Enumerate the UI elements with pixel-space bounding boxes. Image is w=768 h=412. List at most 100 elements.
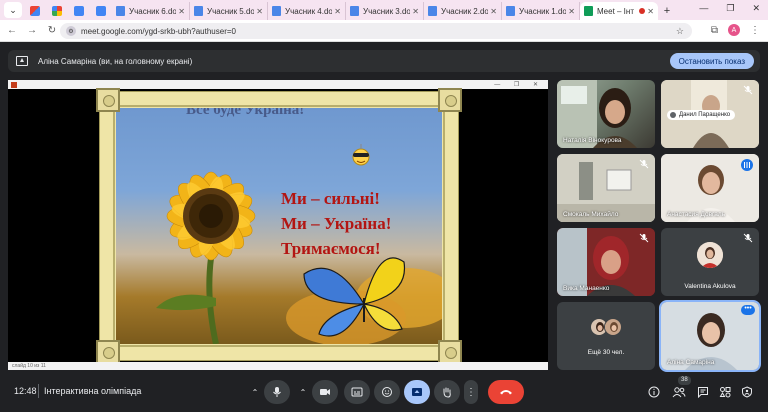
raise-hand-button[interactable] — [434, 380, 460, 404]
close-window-icon[interactable]: ✕ — [752, 3, 760, 14]
reactions-button[interactable] — [374, 380, 400, 404]
participant-tile[interactable]: Наталія Вінокурова — [557, 80, 655, 148]
participant-tile[interactable]: Данил Паращенко — [661, 80, 759, 148]
maximize-icon[interactable]: ❐ — [726, 3, 734, 14]
pinned-tab-docs[interactable] — [68, 2, 90, 20]
more-participants-label: Ещё 30 чел. — [587, 349, 625, 356]
tab-uchasnyk-2[interactable]: Учасник 2.docx✕ — [424, 2, 502, 20]
participant-tile[interactable]: Вика Манаенко — [557, 228, 655, 296]
close-icon[interactable]: ✕ — [256, 7, 263, 16]
close-icon[interactable]: ✕ — [178, 7, 185, 16]
chat-icon[interactable] — [696, 385, 710, 399]
tab-search-button[interactable]: ⌄ — [4, 2, 22, 18]
people-icon[interactable] — [672, 385, 686, 399]
participant-tile[interactable]: Смокаль Михайло — [557, 154, 655, 222]
powerpoint-statusbar: слайд 10 из 11 — [8, 362, 548, 370]
tab-label: Учасник 2.docx — [441, 6, 488, 16]
host-controls-icon[interactable] — [740, 385, 754, 399]
bookmark-star-icon[interactable]: ☆ — [676, 26, 684, 37]
word-doc-icon — [272, 6, 281, 16]
word-doc-icon — [506, 6, 515, 16]
docs-icon — [74, 6, 84, 16]
presenting-label: Аліна Самаріна (ви, на головному екрані) — [38, 56, 193, 66]
participant-name: Смокаль Михайло — [563, 211, 619, 218]
video-settings-chevron-icon[interactable]: ⌃ — [296, 380, 310, 404]
slide-frame — [99, 91, 459, 361]
pinned-tab-photos[interactable] — [46, 2, 68, 20]
activities-icon[interactable] — [718, 385, 732, 399]
tab-uchasnyk-5[interactable]: Учасник 5.docx✕ — [190, 2, 268, 20]
word-doc-icon — [194, 6, 203, 16]
back-icon[interactable]: ← — [4, 25, 20, 36]
participant-name: Вика Манаенко — [563, 285, 610, 292]
tab-label: Учасник 5.docx — [207, 6, 254, 16]
close-icon[interactable]: ✕ — [647, 7, 654, 16]
participant-tile[interactable]: Анастасия Довгаль — [661, 154, 759, 222]
tab-uchasnyk-1[interactable]: Учасник 1.docx✕ — [502, 2, 580, 20]
participant-name: Наталія Вінокурова — [563, 137, 622, 144]
participants-count-badge: 38 — [678, 376, 691, 385]
others-tile[interactable]: Ещё 30 чел. — [557, 302, 655, 370]
close-icon[interactable]: ✕ — [490, 7, 497, 16]
meeting-title: Інтерактивна олімпіада — [44, 386, 142, 396]
microphone-button[interactable] — [264, 380, 290, 404]
powerpoint-titlebar: — ❐ ✕ — [8, 80, 548, 89]
pinned-tab-gmail[interactable] — [24, 2, 46, 20]
site-info-icon[interactable]: ⚙ — [66, 26, 76, 36]
tab-label: Учасник 4.docx — [285, 6, 332, 16]
mic-off-icon — [743, 85, 753, 95]
meeting-info-icon[interactable] — [647, 385, 661, 399]
avatar — [697, 242, 723, 268]
new-tab-button[interactable]: + — [658, 5, 676, 17]
participant-name: Аліна Самаріна — [667, 359, 715, 366]
address-bar-row: ← → ↻ ⚙ meet.google.com/ygd-srkb-ubh?aut… — [0, 20, 768, 42]
close-icon[interactable]: ✕ — [568, 7, 575, 16]
frame-corner — [96, 88, 120, 112]
tab-strip: ⌄ Учасник 6.docx✕ Учасник 5.docx✕ Учасни… — [0, 0, 768, 20]
forward-icon[interactable]: → — [24, 25, 40, 36]
tab-uchasnyk-3[interactable]: Учасник 3.docx✕ — [346, 2, 424, 20]
tab-label: Учасник 6.docx — [129, 6, 176, 16]
present-now-button[interactable] — [404, 380, 430, 404]
word-doc-icon — [116, 6, 125, 16]
address-bar[interactable]: ⚙ meet.google.com/ygd-srkb-ubh?authuser=… — [60, 23, 692, 39]
tab-label: Meet – Інт — [597, 6, 634, 16]
participant-name-chip: Данил Паращенко — [667, 110, 736, 120]
extensions-icon[interactable]: ⧉ — [711, 25, 718, 36]
window-controls: — ❐ ✕ — [699, 3, 760, 14]
speaking-indicator-icon — [741, 159, 753, 171]
profile-avatar[interactable]: A — [728, 24, 740, 36]
stop-presenting-button[interactable]: Остановить показ — [669, 53, 754, 69]
reload-icon[interactable]: ↻ — [44, 25, 60, 36]
frame-corner — [438, 88, 462, 112]
url-text: meet.google.com/ygd-srkb-ubh?authuser=0 — [81, 26, 236, 36]
pinned-tab-docs-2[interactable] — [90, 2, 112, 20]
camera-button[interactable] — [312, 380, 338, 404]
audio-settings-chevron-icon[interactable]: ⌃ — [248, 380, 262, 404]
recording-icon — [639, 8, 646, 14]
camera-icon — [320, 389, 330, 395]
divider — [38, 384, 39, 398]
frame-corner — [96, 340, 120, 364]
frame-corner — [438, 340, 462, 364]
tab-uchasnyk-4[interactable]: Учасник 4.docx✕ — [268, 2, 346, 20]
present-screen-icon — [412, 388, 422, 396]
meeting-time: 12:48 — [14, 386, 37, 396]
close-icon[interactable]: ✕ — [334, 7, 341, 16]
more-options-icon[interactable]: ••• — [741, 305, 755, 315]
powerpoint-window-controls: — ❐ ✕ — [494, 82, 544, 88]
docs-icon — [96, 6, 106, 16]
menu-icon[interactable]: ⋮ — [750, 25, 760, 36]
participant-tile[interactable]: Valentina Akulova — [661, 228, 759, 296]
more-options-button[interactable]: ⋮ — [464, 380, 478, 404]
self-view-tile[interactable]: ••• Аліна Самаріна — [659, 300, 761, 372]
leave-call-button[interactable] — [488, 380, 524, 404]
tab-meet[interactable]: Meet – Інт ✕ — [580, 2, 658, 20]
close-icon[interactable]: ✕ — [412, 7, 419, 16]
captions-button[interactable] — [344, 380, 370, 404]
minimize-icon[interactable]: — — [699, 3, 708, 14]
word-doc-icon — [428, 6, 437, 16]
tab-label: Учасник 1.docx — [519, 6, 566, 16]
tab-uchasnyk-6[interactable]: Учасник 6.docx✕ — [112, 2, 190, 20]
more-vert-icon: ⋮ — [466, 386, 476, 398]
